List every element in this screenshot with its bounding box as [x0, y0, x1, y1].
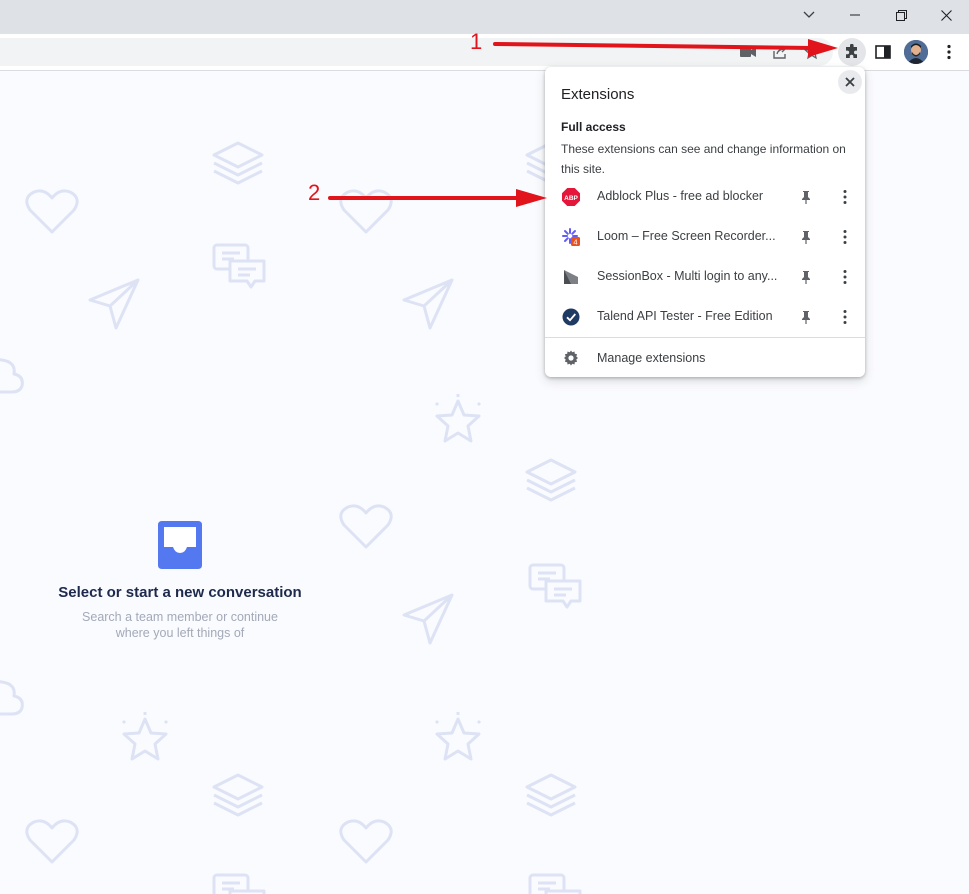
manage-extensions-button[interactable]: Manage extensions	[545, 338, 865, 377]
extension-item-loom[interactable]: 4 Loom – Free Screen Recorder...	[545, 217, 865, 257]
background-star-icon	[430, 393, 486, 449]
background-heart-icon	[24, 186, 80, 236]
background-chat-icon	[211, 871, 267, 894]
extension-item-talend[interactable]: Talend API Tester - Free Edition	[545, 297, 865, 337]
extension-item-adblock-plus[interactable]: ABP Adblock Plus - free ad blocker	[545, 177, 865, 217]
address-bar[interactable]	[0, 38, 833, 66]
talend-icon	[562, 308, 580, 326]
background-cloud-icon	[0, 354, 26, 398]
manage-extensions-label: Manage extensions	[597, 351, 706, 365]
more-options-icon[interactable]	[837, 189, 853, 205]
background-heart-icon	[24, 816, 80, 866]
camera-button[interactable]	[735, 39, 761, 65]
background-layers-icon	[523, 456, 579, 504]
pin-icon[interactable]	[798, 309, 814, 325]
background-plane-icon	[400, 276, 456, 332]
chevron-down-icon	[803, 11, 815, 18]
minimize-icon	[850, 14, 860, 16]
sessionbox-icon	[564, 270, 578, 284]
background-heart-icon	[338, 816, 394, 866]
popup-close-button[interactable]	[838, 70, 862, 94]
window-titlebar	[0, 0, 969, 34]
empty-state-title: Select or start a new conversation	[58, 584, 302, 601]
close-icon	[940, 9, 952, 21]
restore-button[interactable]	[878, 0, 924, 30]
minimize-button[interactable]	[832, 0, 878, 30]
extension-item-sessionbox[interactable]: SessionBox - Multi login to any...	[545, 257, 865, 297]
background-cloud-icon	[0, 676, 26, 720]
extensions-button[interactable]	[838, 38, 866, 66]
browser-toolbar	[0, 34, 969, 71]
side-panel-button[interactable]	[870, 39, 896, 65]
background-layers-icon	[210, 139, 266, 187]
background-heart-icon	[338, 186, 394, 236]
kebab-menu-icon	[947, 44, 951, 60]
background-star-icon	[430, 711, 486, 767]
more-options-icon[interactable]	[837, 269, 853, 285]
background-heart-icon	[338, 501, 394, 551]
gear-icon	[564, 350, 578, 366]
puzzle-icon	[846, 44, 857, 58]
adblock-icon-text: ABP	[564, 195, 578, 202]
bookmark-button[interactable]	[799, 39, 825, 65]
pin-icon[interactable]	[798, 229, 814, 245]
more-options-icon[interactable]	[837, 309, 853, 325]
side-panel-icon	[875, 45, 891, 59]
avatar-image	[904, 40, 928, 64]
section-title: Full access	[561, 120, 626, 134]
share-icon	[773, 45, 786, 59]
extension-name: Talend API Tester - Free Edition	[597, 309, 773, 323]
star-icon	[804, 44, 820, 60]
loom-badge-count: 4	[573, 237, 577, 246]
annotation-marker-2: 2	[308, 180, 321, 205]
background-chat-icon	[527, 561, 583, 609]
tab-search-button[interactable]	[786, 0, 832, 30]
extension-name: Loom – Free Screen Recorder...	[597, 229, 776, 243]
popup-title: Extensions	[561, 86, 635, 103]
close-icon	[845, 77, 855, 87]
background-chat-icon	[527, 871, 583, 894]
pin-icon[interactable]	[798, 269, 814, 285]
restore-icon	[895, 9, 907, 21]
empty-state: Select or start a new conversation Searc…	[40, 517, 320, 641]
inbox-icon	[158, 521, 202, 569]
close-window-button[interactable]	[923, 0, 969, 30]
background-layers-icon	[210, 771, 266, 819]
extensions-popup: Extensions Full access These extensions …	[545, 67, 865, 377]
empty-state-subtitle: Search a team member or continue where y…	[82, 610, 278, 640]
share-button[interactable]	[767, 39, 793, 65]
more-options-icon[interactable]	[837, 229, 853, 245]
loom-icon: 4	[562, 228, 580, 246]
extension-name: SessionBox - Multi login to any...	[597, 269, 778, 283]
camera-off-icon	[740, 47, 756, 57]
background-plane-icon	[86, 276, 142, 332]
annotation-marker-1: 1	[470, 29, 483, 54]
profile-avatar[interactable]	[904, 40, 928, 64]
extension-name: Adblock Plus - free ad blocker	[597, 189, 764, 203]
background-chat-icon	[211, 241, 267, 289]
background-plane-icon	[400, 591, 456, 647]
browser-menu-button[interactable]	[936, 39, 962, 65]
background-layers-icon	[523, 771, 579, 819]
pin-icon[interactable]	[798, 189, 814, 205]
adblock-plus-icon: ABP	[562, 188, 580, 206]
background-star-icon	[117, 711, 173, 767]
section-description: These extensions can see and change info…	[561, 142, 846, 176]
